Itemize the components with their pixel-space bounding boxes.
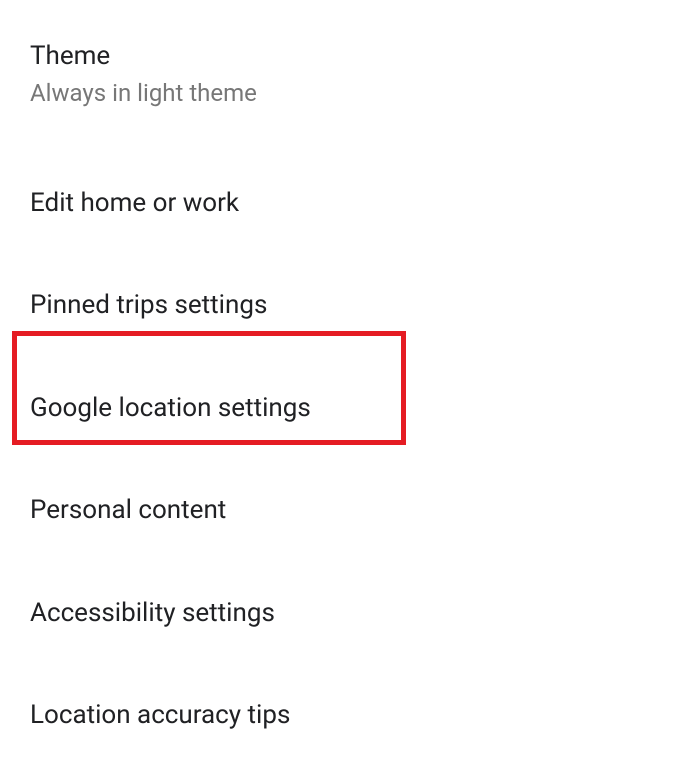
settings-item-location-accuracy[interactable]: Location accuracy tips: [0, 669, 680, 762]
settings-item-title: Accessibility settings: [30, 597, 650, 630]
settings-item-title: Google location settings: [30, 392, 650, 425]
settings-item-accessibility[interactable]: Accessibility settings: [0, 567, 680, 660]
settings-item-title: Pinned trips settings: [30, 289, 650, 322]
settings-item-edit-home-work[interactable]: Edit home or work: [0, 157, 680, 250]
settings-item-google-location[interactable]: Google location settings: [0, 362, 680, 455]
settings-item-pinned-trips[interactable]: Pinned trips settings: [0, 259, 680, 352]
settings-item-subtitle: Always in light theme: [30, 79, 650, 107]
settings-item-title: Location accuracy tips: [30, 699, 650, 732]
settings-item-title: Edit home or work: [30, 187, 650, 220]
settings-item-title: Personal content: [30, 494, 650, 527]
settings-list: Theme Always in light theme Edit home or…: [0, 0, 680, 762]
settings-item-title: Theme: [30, 40, 650, 73]
settings-item-theme[interactable]: Theme Always in light theme: [0, 20, 680, 127]
settings-item-personal-content[interactable]: Personal content: [0, 464, 680, 557]
